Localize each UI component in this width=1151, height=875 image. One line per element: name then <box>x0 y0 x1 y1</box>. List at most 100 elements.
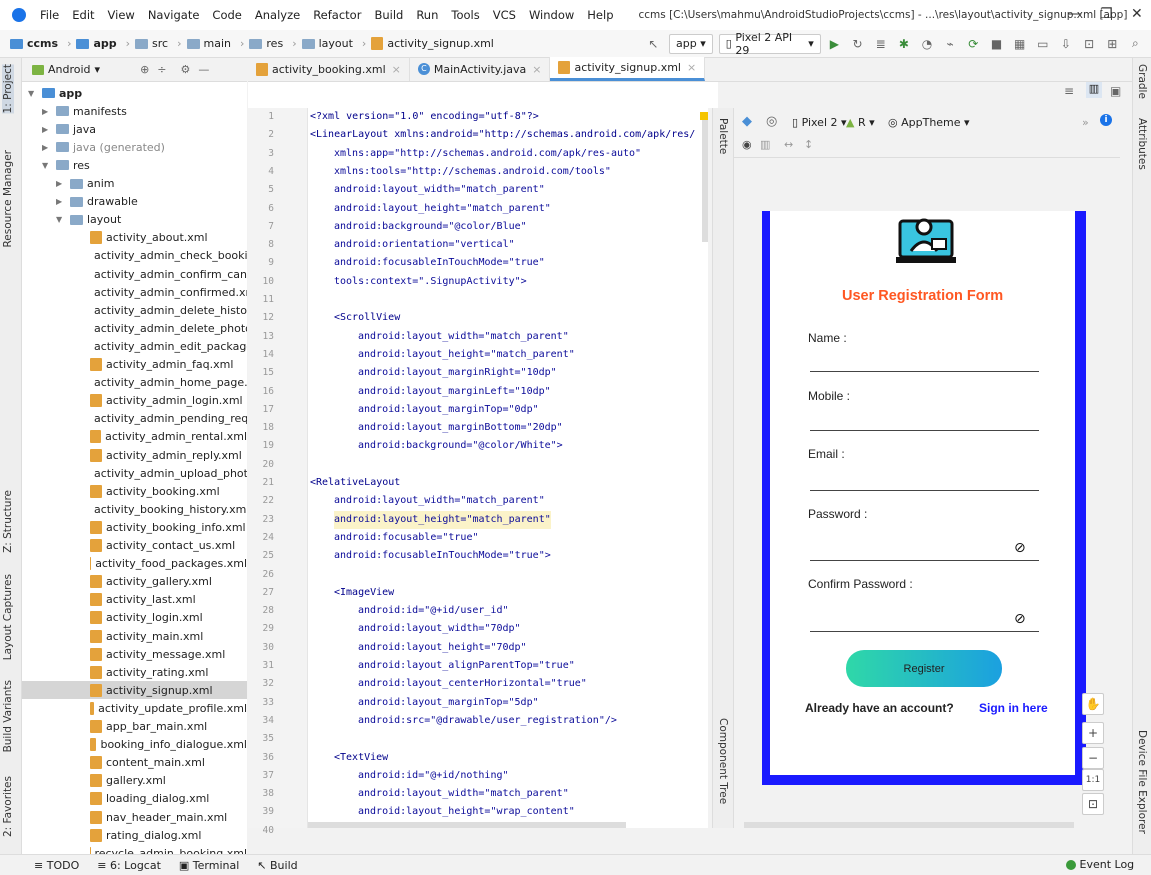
tab-main-activity[interactable]: C MainActivity.java × <box>410 57 551 81</box>
tree-file[interactable]: activity_booking.xml <box>22 482 247 500</box>
fit-screen-icon[interactable]: ⊡ <box>1082 793 1104 815</box>
terminal-tab[interactable]: ▣ Terminal <box>179 859 239 872</box>
tree-node[interactable]: ▶ java (generated) <box>42 138 165 156</box>
tab-activity-signup[interactable]: activity_signup.xml × <box>550 57 706 81</box>
attach-debugger-icon[interactable]: ⌁ <box>943 37 958 51</box>
tree-file[interactable]: activity_main.xml <box>22 627 247 645</box>
tab-structure[interactable]: Z: Structure <box>2 490 14 553</box>
tree-file[interactable]: nav_header_main.xml <box>22 808 247 826</box>
device-dropdown[interactable]: ▯ Pixel 2 API 29 ▾ <box>718 31 821 57</box>
theme-selector[interactable]: ◎ AppTheme ▾ <box>888 116 970 129</box>
grid-icon[interactable]: ▥ <box>760 138 770 151</box>
email-field[interactable] <box>810 490 1039 491</box>
tree-file[interactable]: app_bar_main.xml <box>22 718 247 736</box>
chevron-down-icon[interactable]: ▼ <box>56 215 68 224</box>
tree-file[interactable]: activity_admin_delete_photo <box>22 319 247 337</box>
tree-node[interactable]: ▼ res <box>42 156 90 174</box>
tree-file[interactable]: activity_admin_confirm_canc <box>22 265 247 283</box>
profile-icon[interactable]: ◔ <box>919 37 934 51</box>
project-view-dropdown[interactable]: Android <box>48 63 91 76</box>
stop-icon[interactable]: ■ <box>989 37 1004 51</box>
tree-node[interactable]: ▶ java <box>42 120 96 138</box>
zoom-in-icon[interactable]: + <box>1082 722 1104 744</box>
menu-tools[interactable]: Tools <box>451 8 479 22</box>
eye-icon[interactable]: ◉ <box>742 138 752 151</box>
name-field[interactable] <box>810 371 1039 372</box>
menu-refactor[interactable]: Refactor <box>313 8 361 22</box>
menu-run[interactable]: Run <box>416 8 438 22</box>
run-icon[interactable]: ▶ <box>827 37 842 51</box>
tab-build-variants[interactable]: Build Variants <box>2 680 14 752</box>
layout-inspector-icon[interactable]: ⊡ <box>1082 37 1097 51</box>
event-log-tab[interactable]: Event Log <box>1066 858 1134 871</box>
tree-file[interactable]: activity_about.xml <box>22 229 247 247</box>
minimize-icon[interactable]: — <box>1068 6 1082 22</box>
tab-attributes[interactable]: Attributes <box>1136 118 1148 170</box>
close-tab-icon[interactable]: × <box>687 61 696 74</box>
tree-file[interactable]: activity_signup.xml <box>22 681 247 700</box>
tree-file[interactable]: activity_admin_home_page.xml <box>22 374 247 392</box>
hide-icon[interactable]: — <box>198 63 209 76</box>
blueprint-icon[interactable]: ◎ <box>766 114 777 129</box>
tree-file[interactable]: activity_login.xml <box>22 609 247 627</box>
tree-file[interactable]: activity_admin_check_bookir <box>22 247 247 265</box>
more-icon[interactable]: » <box>1082 116 1089 129</box>
password-field[interactable] <box>810 560 1039 561</box>
sign-in-link[interactable]: Sign in here <box>979 701 1048 715</box>
chevron-down-icon[interactable]: ▼ <box>42 161 54 170</box>
editor-scrollbar[interactable] <box>702 112 708 242</box>
tree-node[interactable]: ▶ anim <box>56 175 114 193</box>
sdk-manager-icon[interactable]: ⇩ <box>1058 37 1073 51</box>
close-tab-icon[interactable]: × <box>532 63 541 76</box>
tree-file[interactable]: activity_admin_upload_phote <box>22 464 247 482</box>
avd-manager-icon[interactable]: ▭ <box>1035 37 1050 51</box>
menu-view[interactable]: View <box>108 8 135 22</box>
tree-file[interactable]: rating_dialog.xml <box>22 826 247 844</box>
code-editor[interactable]: <?xml version="1.0" encoding="utf-8"?> <L… <box>308 108 708 828</box>
tree-file[interactable]: activity_admin_pending_requ <box>22 410 247 428</box>
locate-icon[interactable]: ⊕ <box>140 63 149 76</box>
chevron-right-icon[interactable]: ▶ <box>56 197 68 206</box>
tree-file[interactable]: activity_update_profile.xml <box>22 699 247 717</box>
tree-node[interactable]: ▼ layout <box>56 211 121 229</box>
mobile-field[interactable] <box>810 430 1039 431</box>
chevron-down-icon[interactable]: ▼ <box>28 89 40 98</box>
tree-file[interactable]: activity_admin_rental.xml <box>22 428 247 446</box>
breadcrumb-src[interactable]: src <box>135 37 168 50</box>
tree-file[interactable]: activity_admin_delete_history <box>22 301 247 319</box>
height-icon[interactable]: ↕ <box>804 138 813 151</box>
breadcrumb-main[interactable]: main <box>186 37 231 50</box>
chevron-right-icon[interactable]: ▶ <box>56 179 68 188</box>
tree-file[interactable]: activity_admin_confirmed.xr <box>22 283 247 301</box>
tree-file[interactable]: activity_gallery.xml <box>22 573 247 591</box>
split-view-icon[interactable]: ▥ <box>1086 82 1102 98</box>
close-tab-icon[interactable]: × <box>392 63 401 76</box>
tree-file[interactable]: gallery.xml <box>22 772 247 790</box>
device-selector[interactable]: ▯ Pixel 2 ▾ <box>792 116 847 129</box>
api-selector[interactable]: ▲ R ▾ <box>846 116 875 129</box>
tree-file[interactable]: activity_rating.xml <box>22 663 247 681</box>
menu-code[interactable]: Code <box>212 8 241 22</box>
menu-analyze[interactable]: Analyze <box>255 8 300 22</box>
tree-file[interactable]: activity_admin_reply.xml <box>22 446 247 464</box>
breadcrumb-layout[interactable]: layout <box>301 37 353 50</box>
breadcrumb-app[interactable]: app <box>76 37 117 50</box>
chevron-right-icon[interactable]: ▶ <box>42 125 54 134</box>
warning-indicator-icon[interactable] <box>700 112 708 120</box>
menu-navigate[interactable]: Navigate <box>148 8 200 22</box>
collapse-icon[interactable]: ÷ <box>157 63 166 76</box>
tab-device-file-explorer[interactable]: Device File Explorer <box>1136 730 1148 834</box>
breadcrumb-file[interactable]: activity_signup.xml <box>371 37 494 50</box>
menu-vcs[interactable]: VCS <box>493 8 516 22</box>
menu-edit[interactable]: Edit <box>72 8 94 22</box>
info-icon[interactable]: i <box>1100 114 1112 126</box>
tree-file[interactable]: activity_contact_us.xml <box>22 537 247 555</box>
tree-file[interactable]: content_main.xml <box>22 754 247 772</box>
apply-changes-icon[interactable]: ↻ <box>850 37 865 51</box>
sync-icon[interactable]: ⟳ <box>966 37 981 51</box>
menu-window[interactable]: Window <box>529 8 574 22</box>
tab-component-tree[interactable]: Component Tree <box>717 718 729 804</box>
gear-icon[interactable]: ⚙ <box>181 63 191 76</box>
chevron-right-icon[interactable]: ▶ <box>42 143 54 152</box>
debug-icon[interactable]: ✱ <box>896 37 911 51</box>
